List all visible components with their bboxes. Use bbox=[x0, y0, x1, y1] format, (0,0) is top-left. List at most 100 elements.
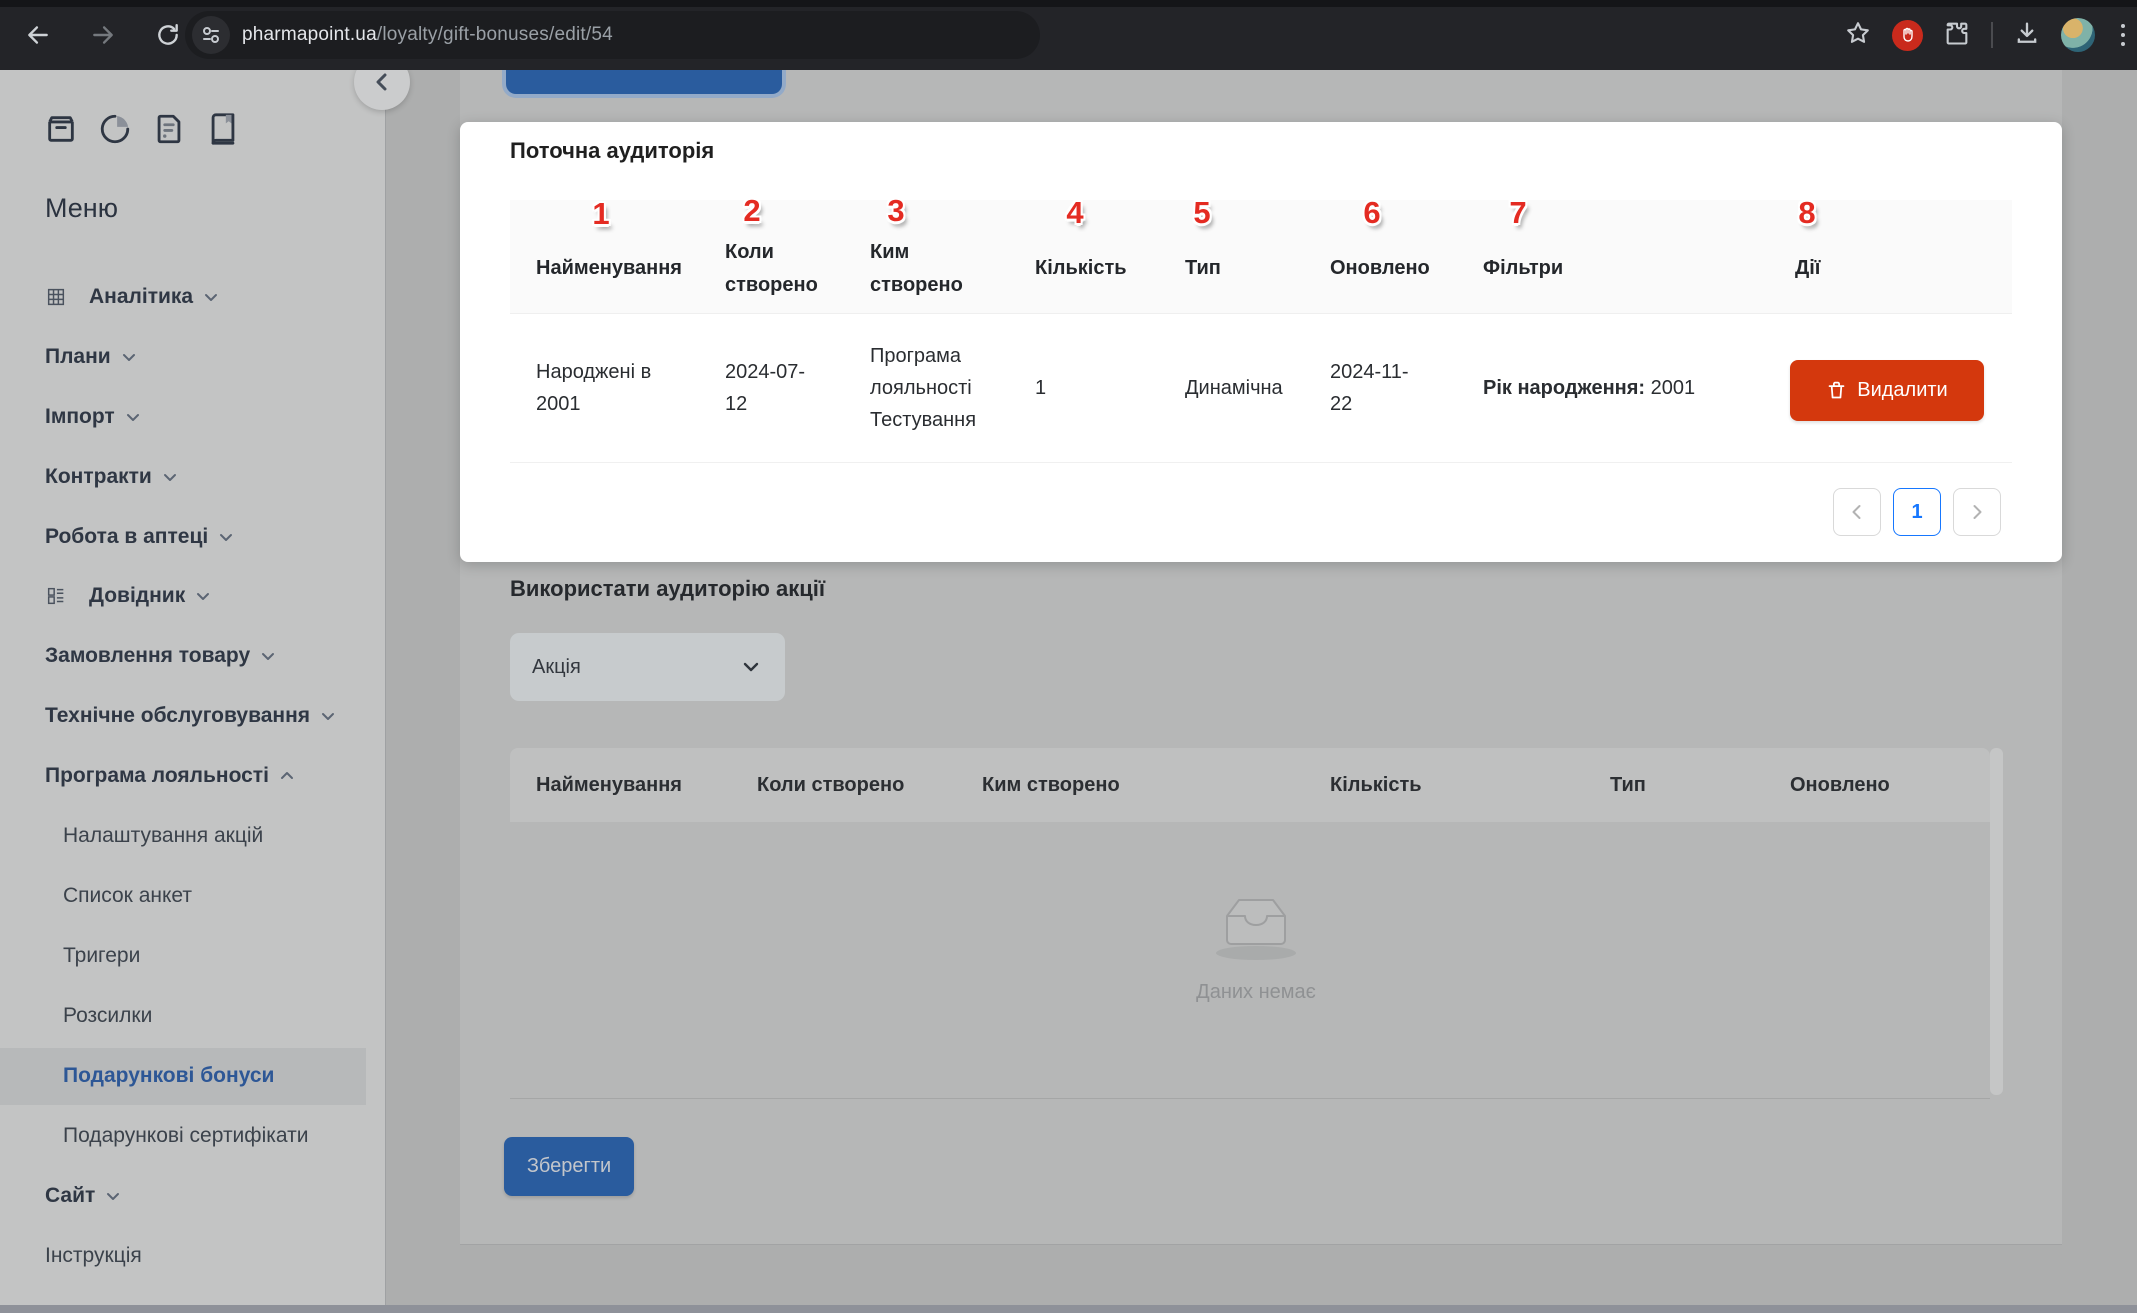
chevron-left-icon bbox=[1848, 503, 1866, 521]
sidebar: Меню Аналітика Плани Імпорт Контракти Ро… bbox=[0, 70, 386, 1305]
promo-table-header-row bbox=[510, 748, 1990, 822]
annotation-5: 5 bbox=[1182, 195, 1222, 231]
annotation-4: 4 bbox=[1055, 195, 1095, 231]
url-text[interactable]: pharmapoint.ua/loyalty/gift-bonuses/edit… bbox=[242, 24, 613, 46]
container-bottom-edge bbox=[460, 1244, 2062, 1245]
cell-count: 1 bbox=[1035, 372, 1155, 404]
sidebar-item-plans[interactable]: Плани bbox=[45, 341, 137, 373]
sidebar-item-maintenance[interactable]: Технічне обслуговування bbox=[45, 700, 336, 732]
chevron-down-icon bbox=[741, 657, 761, 677]
filter-label: Рік народження: bbox=[1483, 377, 1645, 399]
sidebar-item-directory[interactable]: Довідник bbox=[45, 580, 211, 612]
cell-created-by: Програма лояльності Тестування bbox=[870, 340, 1005, 436]
sidebar-item-questionnaires[interactable]: Список анкет bbox=[63, 880, 192, 912]
chevron-down-icon bbox=[218, 529, 234, 545]
promo-select[interactable]: Акція bbox=[510, 633, 785, 701]
col-updated: Оновлено bbox=[1330, 252, 1460, 285]
sidebar-item-pharmacy-work[interactable]: Робота в аптеці bbox=[45, 521, 234, 553]
sidebar-item-contracts[interactable]: Контракти bbox=[45, 461, 178, 493]
url-path: /loyalty/gift-bonuses/edit/54 bbox=[377, 24, 613, 45]
promo-col-type: Тип bbox=[1610, 774, 1646, 797]
cell-updated: 2024-11-22 bbox=[1330, 356, 1430, 420]
extensions-puzzle-icon[interactable] bbox=[1943, 19, 1971, 52]
window-top-edge bbox=[0, 0, 2137, 7]
empty-box-icon bbox=[1213, 890, 1299, 962]
chevron-left-icon bbox=[372, 72, 392, 92]
menu-heading: Меню bbox=[45, 193, 118, 224]
reload-button[interactable] bbox=[151, 18, 185, 52]
sidebar-item-instruction[interactable]: Інструкція bbox=[45, 1240, 142, 1272]
grid-icon bbox=[45, 286, 67, 308]
chevron-down-icon bbox=[105, 1188, 121, 1204]
save-button[interactable]: Зберегти bbox=[504, 1137, 634, 1196]
empty-state-text: Даних немає bbox=[1156, 981, 1356, 1004]
cell-name: Народжені в 2001 bbox=[536, 356, 686, 420]
chevron-down-icon bbox=[320, 708, 336, 724]
chevron-down-icon bbox=[125, 409, 141, 425]
pagination-next-button[interactable] bbox=[1953, 488, 2001, 536]
chevron-down-icon bbox=[260, 648, 276, 664]
cell-filters: Рік народження: 2001 bbox=[1483, 372, 1773, 404]
col-count: Кількість bbox=[1035, 252, 1165, 285]
toolbar-separator bbox=[1991, 22, 1993, 48]
chevron-down-icon bbox=[203, 289, 219, 305]
url-host: pharmapoint.ua bbox=[242, 24, 377, 45]
annotation-2: 2 bbox=[732, 193, 772, 229]
promo-col-count: Кількість bbox=[1330, 774, 1422, 797]
annotation-6: 6 bbox=[1352, 195, 1392, 231]
sidebar-item-import[interactable]: Імпорт bbox=[45, 401, 141, 433]
book-icon[interactable] bbox=[206, 112, 240, 151]
chevron-right-icon bbox=[1968, 503, 1986, 521]
browser-menu-icon[interactable] bbox=[2115, 24, 2131, 46]
address-bar[interactable]: pharmapoint.ua/loyalty/gift-bonuses/edit… bbox=[185, 11, 1040, 59]
current-audience-title: Поточна аудиторія bbox=[510, 138, 714, 164]
annotation-3: 3 bbox=[876, 193, 916, 229]
promo-col-name: Найменування bbox=[536, 774, 682, 797]
promo-col-created-at: Коли створено bbox=[757, 774, 904, 797]
sidebar-item-promo-settings[interactable]: Налаштування акцій bbox=[63, 820, 263, 852]
pie-chart-icon[interactable] bbox=[98, 112, 132, 151]
downloads-icon[interactable] bbox=[2013, 19, 2041, 52]
sidebar-item-gift-bonuses[interactable]: Подарункові бонуси bbox=[63, 1060, 274, 1092]
promo-select-value: Акція bbox=[532, 656, 741, 679]
cell-created-at: 2024-07-12 bbox=[725, 356, 825, 420]
cell-type: Динамічна bbox=[1185, 372, 1315, 404]
sidebar-item-triggers[interactable]: Тригери bbox=[63, 940, 140, 972]
bookmark-star-icon[interactable] bbox=[1844, 19, 1872, 52]
col-created-by: Ким створено bbox=[870, 236, 975, 302]
chevron-down-icon bbox=[121, 349, 137, 365]
sidebar-item-site[interactable]: Сайт bbox=[45, 1180, 121, 1212]
sidebar-item-analytics[interactable]: Аналітика bbox=[45, 281, 219, 313]
trash-icon bbox=[1826, 380, 1847, 401]
chevron-down-icon bbox=[162, 469, 178, 485]
sidebar-item-goods-order[interactable]: Замовлення товару bbox=[45, 640, 276, 672]
promo-col-updated: Оновлено bbox=[1790, 774, 1890, 797]
chevron-down-icon bbox=[195, 588, 211, 604]
adblock-extension-icon[interactable] bbox=[1892, 20, 1923, 51]
annotation-8: 8 bbox=[1787, 195, 1827, 231]
window-bottom-edge bbox=[0, 1305, 2137, 1313]
sidebar-item-gift-certificates[interactable]: Подарункові сертифікати bbox=[63, 1120, 308, 1152]
back-button[interactable] bbox=[21, 18, 55, 52]
col-type: Тип bbox=[1185, 252, 1285, 285]
sidebar-item-loyalty-program[interactable]: Програма лояльності bbox=[45, 760, 295, 792]
annotation-1: 1 bbox=[581, 196, 621, 232]
annotation-7: 7 bbox=[1498, 195, 1538, 231]
list-icon bbox=[45, 585, 67, 607]
empty-state: Даних немає bbox=[1156, 890, 1356, 1004]
promo-section-title: Використати аудиторію акції bbox=[510, 576, 825, 602]
col-actions: Дії bbox=[1795, 252, 1895, 285]
document-icon[interactable] bbox=[152, 112, 186, 151]
archive-icon[interactable] bbox=[44, 112, 78, 151]
promo-col-created-by: Ким створено bbox=[982, 774, 1120, 797]
col-created-at: Коли створено bbox=[725, 236, 830, 302]
sidebar-item-mailings[interactable]: Розсилки bbox=[63, 1000, 152, 1032]
delete-button[interactable]: Видалити bbox=[1790, 360, 1984, 421]
forward-button[interactable] bbox=[86, 18, 120, 52]
promo-table-scrollbar[interactable] bbox=[1990, 748, 2003, 1095]
profile-avatar[interactable] bbox=[2061, 18, 2095, 52]
col-filters: Фільтри bbox=[1483, 252, 1613, 285]
pagination-page-1[interactable]: 1 bbox=[1893, 488, 1941, 536]
site-info-icon[interactable] bbox=[192, 16, 230, 54]
pagination-prev-button[interactable] bbox=[1833, 488, 1881, 536]
